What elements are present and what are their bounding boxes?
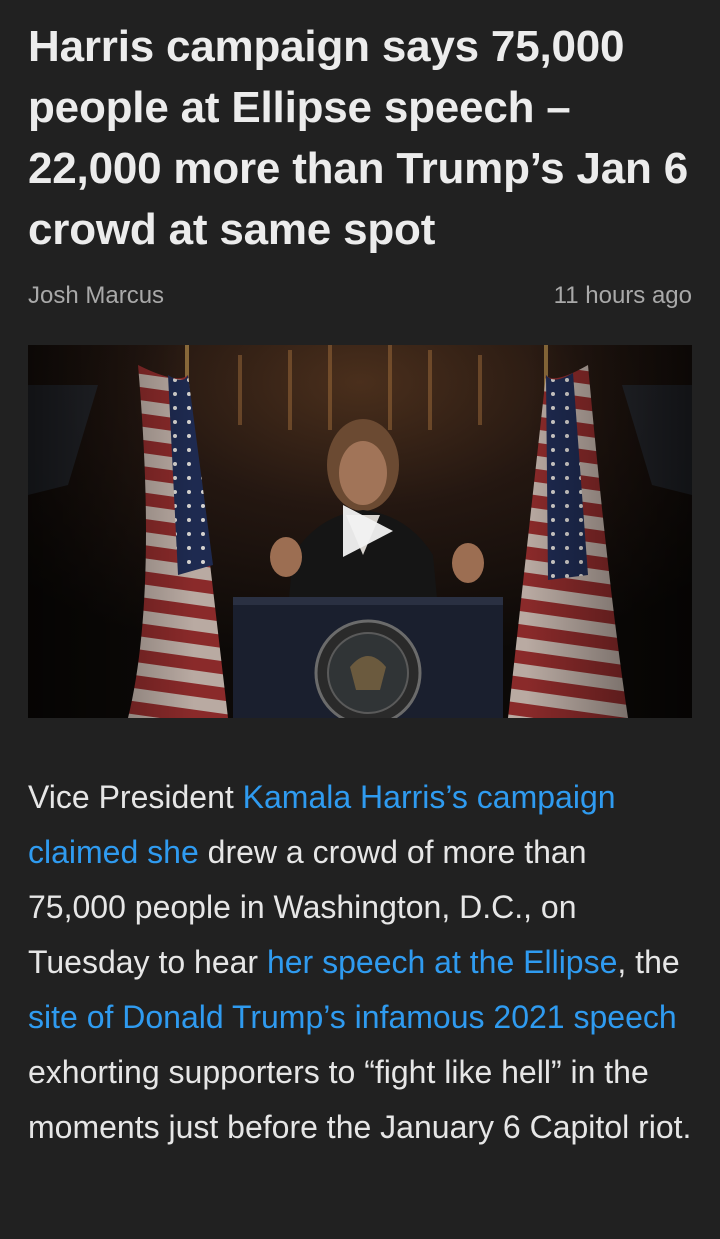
publish-time: 11 hours ago: [553, 282, 692, 309]
article: Harris campaign says 75,000 people at El…: [0, 0, 720, 1155]
author-name[interactable]: Josh Marcus: [28, 282, 164, 310]
article-meta: Josh Marcus 11 hours ago: [28, 282, 692, 310]
link-trump-speech-site[interactable]: site of Donald Trump’s infamous 2021 spe…: [28, 999, 677, 1035]
link-ellipse-speech[interactable]: her speech at the Ellipse: [267, 944, 617, 980]
article-body: Vice President Kamala Harris’s campaign …: [28, 770, 692, 1155]
body-text: Vice President: [28, 779, 243, 815]
play-icon[interactable]: [337, 501, 397, 561]
body-text: , the: [617, 944, 680, 980]
body-text: exhorting supporters to “fight like hell…: [28, 1054, 692, 1145]
video-player[interactable]: [28, 345, 692, 718]
article-headline: Harris campaign says 75,000 people at El…: [28, 22, 688, 254]
